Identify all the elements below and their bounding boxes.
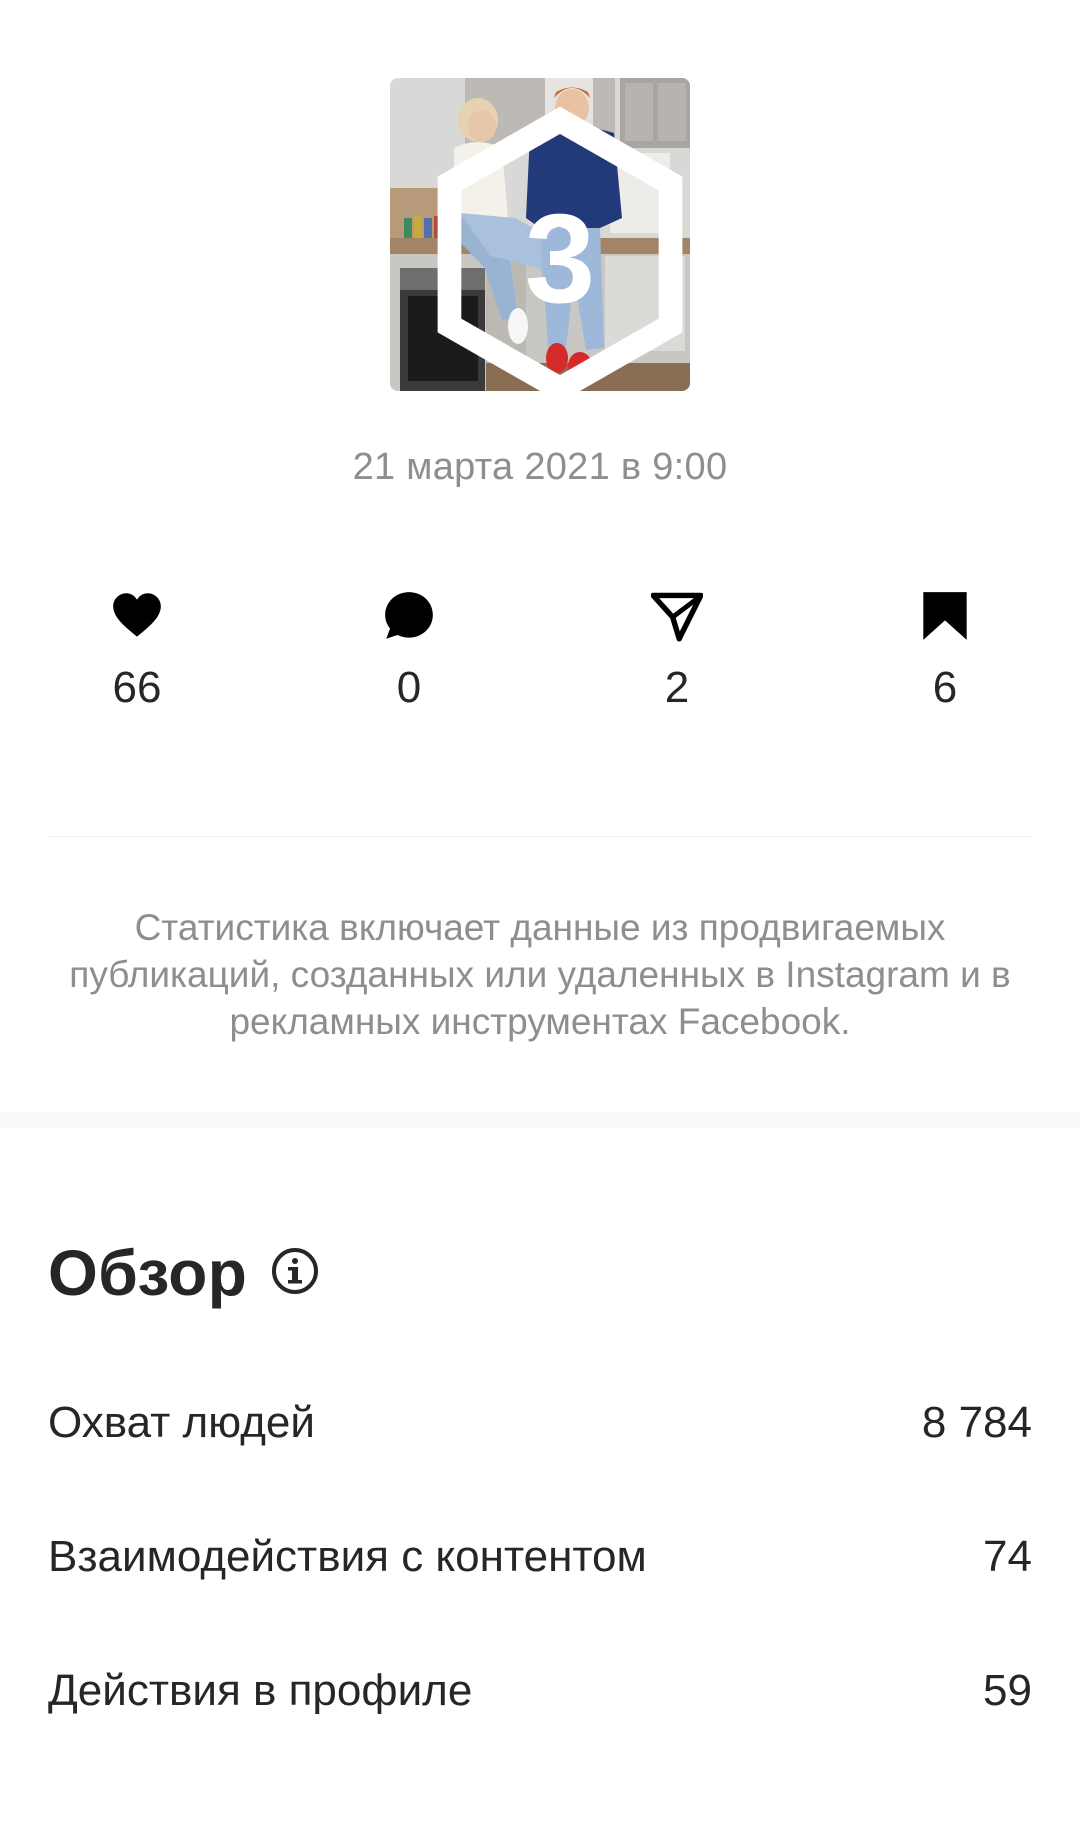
bookmark-icon [923, 592, 967, 640]
carousel-count: 3 [525, 188, 595, 329]
stat-row-profile-actions[interactable]: Действия в профиле 59 [48, 1661, 1032, 1721]
shares-count: 2 [664, 663, 690, 712]
stat-label: Действия в профиле [48, 1666, 473, 1715]
post-date: 21 марта 2021 в 9:00 [352, 446, 728, 488]
divider [48, 836, 1032, 837]
metric-comments: 0 [329, 590, 489, 730]
stat-label: Взаимодействия с контентом [48, 1532, 647, 1581]
stat-value: 74 [983, 1532, 1032, 1581]
heart-icon [113, 593, 161, 637]
stats-disclaimer: Статистика включает данные из продвигаем… [69, 907, 1011, 1042]
comment-icon [385, 592, 433, 639]
info-icon[interactable] [271, 1247, 319, 1295]
stat-label: Охват людей [48, 1398, 315, 1447]
stat-row-interactions[interactable]: Взаимодействия с контентом 74 [48, 1527, 1032, 1587]
post-insights-page: 3 21 марта 2021 в 9:00 66 0 2 6 Статисти… [0, 0, 1080, 1834]
metric-likes: 66 [57, 590, 217, 730]
overview-header: Обзор [48, 1237, 319, 1309]
metric-saves: 6 [865, 590, 1025, 730]
send-icon [651, 592, 703, 642]
likes-count: 66 [112, 663, 162, 712]
stat-value: 59 [983, 1666, 1032, 1715]
stat-value: 8 784 [921, 1398, 1032, 1447]
comments-count: 0 [396, 663, 422, 712]
carousel-icon: 3 [437, 106, 683, 391]
saves-count: 6 [932, 663, 958, 712]
section-separator [0, 1112, 1080, 1128]
overview-title: Обзор [48, 1237, 248, 1309]
engagement-metrics: 66 0 2 6 [0, 590, 1080, 730]
metric-shares: 2 [597, 590, 757, 730]
post-thumbnail[interactable]: 3 [390, 78, 690, 391]
stat-row-reach[interactable]: Охват людей 8 784 [48, 1393, 1032, 1453]
